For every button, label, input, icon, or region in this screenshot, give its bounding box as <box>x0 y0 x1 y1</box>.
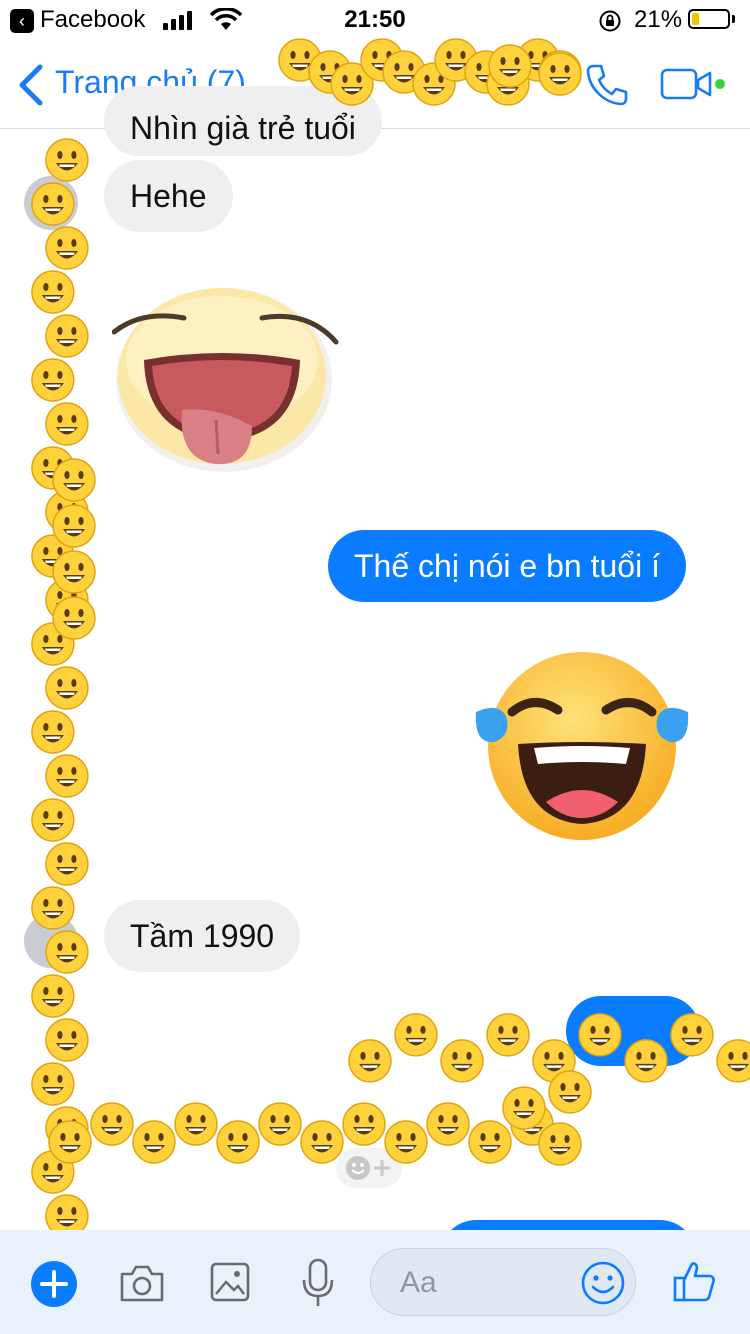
battery-level-fill <box>692 13 699 25</box>
smiley-emoji-icon <box>502 1086 546 1130</box>
message-bubble-incoming[interactable]: Tầm 1990 <box>104 900 301 972</box>
message-text: Tầm 1990 <box>130 918 275 954</box>
smiley-emoji-icon <box>342 1102 386 1146</box>
smiley-emoji-icon <box>45 314 89 358</box>
smiley-emoji-icon <box>52 596 96 640</box>
status-bar: ‹ Facebook 21:50 21% <box>0 0 750 40</box>
message-text: Thế chị nói e bn tuổi í <box>354 548 660 584</box>
smiley-emoji-icon <box>45 402 89 446</box>
smiley-emoji-icon <box>538 1122 582 1166</box>
smiley-emoji-icon <box>132 1120 176 1164</box>
smiley-emoji-icon <box>510 1102 554 1146</box>
smiley-emoji-icon <box>45 578 89 622</box>
smiley-emoji-icon <box>45 666 89 710</box>
tongue-out-sticker-icon[interactable] <box>112 280 344 476</box>
chevron-left-icon[interactable] <box>16 64 44 106</box>
smiley-emoji-icon <box>48 1120 92 1164</box>
message-bubble-outgoing[interactable] <box>566 996 700 1066</box>
smiley-emoji-icon <box>394 1013 438 1057</box>
phone-call-icon[interactable] <box>584 62 630 108</box>
smiley-emoji-icon <box>486 1013 530 1057</box>
smiley-emoji-icon <box>716 1039 750 1083</box>
smiley-emoji-icon <box>348 1039 392 1083</box>
smiley-emoji-icon <box>31 358 75 402</box>
smile-plus-icon <box>346 1156 390 1180</box>
avatar[interactable] <box>24 176 78 230</box>
battery-percent: 21% <box>634 6 683 33</box>
message-bubble-incoming[interactable]: Nhìn già trẻ tuổi <box>104 86 382 156</box>
smiley-emoji-icon <box>174 1102 218 1146</box>
smiley-emoji-icon <box>31 446 75 490</box>
smiley-emoji-icon <box>45 1018 89 1062</box>
smiley-emoji-icon <box>52 504 96 548</box>
message-text: Hehe <box>130 178 207 214</box>
smiley-emoji-icon <box>31 974 75 1018</box>
rotation-lock-icon <box>599 10 621 32</box>
smiley-emoji-icon <box>45 754 89 798</box>
microphone-icon[interactable] <box>300 1258 336 1308</box>
smiley-emoji-icon <box>548 1070 592 1114</box>
smiley-emoji-icon <box>31 798 75 842</box>
smiley-emoji-icon <box>300 1120 344 1164</box>
smiley-emoji-icon <box>468 1120 512 1164</box>
video-call-icon[interactable] <box>660 68 730 102</box>
smiley-emoji-icon <box>216 1120 260 1164</box>
smiley-emoji-icon <box>90 1102 134 1146</box>
message-bubble-incoming[interactable]: Hehe <box>104 160 233 232</box>
smiley-emoji-icon <box>31 622 75 666</box>
message-input-placeholder: Aa <box>400 1266 437 1299</box>
message-text: Nhìn già trẻ tuổi <box>130 110 356 146</box>
tears-of-joy-sticker-icon[interactable] <box>472 650 692 844</box>
smiley-emoji-icon <box>45 1106 89 1150</box>
smiley-emoji-icon <box>52 550 96 594</box>
smiley-emoji-icon <box>45 842 89 886</box>
gallery-icon[interactable] <box>210 1262 250 1302</box>
smiley-emoji-icon <box>31 270 75 314</box>
smiley-emoji-icon <box>258 1102 302 1146</box>
emoji-picker-icon[interactable] <box>580 1260 626 1306</box>
smiley-emoji-icon <box>45 490 89 534</box>
camera-icon[interactable] <box>118 1262 166 1304</box>
smiley-emoji-icon <box>31 1062 75 1106</box>
smiley-emoji-icon <box>45 138 89 182</box>
smiley-emoji-icon <box>426 1102 470 1146</box>
plus-icon[interactable] <box>30 1260 78 1308</box>
smiley-emoji-icon <box>31 1150 75 1194</box>
battery-cap <box>732 15 735 23</box>
message-bubble-outgoing[interactable]: Thế chị nói e bn tuổi í <box>328 530 686 602</box>
avatar[interactable] <box>24 914 78 968</box>
add-reaction-button[interactable] <box>336 1148 402 1188</box>
smiley-emoji-icon <box>45 226 89 270</box>
smiley-emoji-icon <box>31 534 75 578</box>
smiley-emoji-icon <box>440 1039 484 1083</box>
smiley-emoji-icon <box>31 710 75 754</box>
thumbs-up-icon[interactable] <box>672 1258 718 1304</box>
battery-icon <box>688 9 730 29</box>
smiley-emoji-icon <box>52 458 96 502</box>
